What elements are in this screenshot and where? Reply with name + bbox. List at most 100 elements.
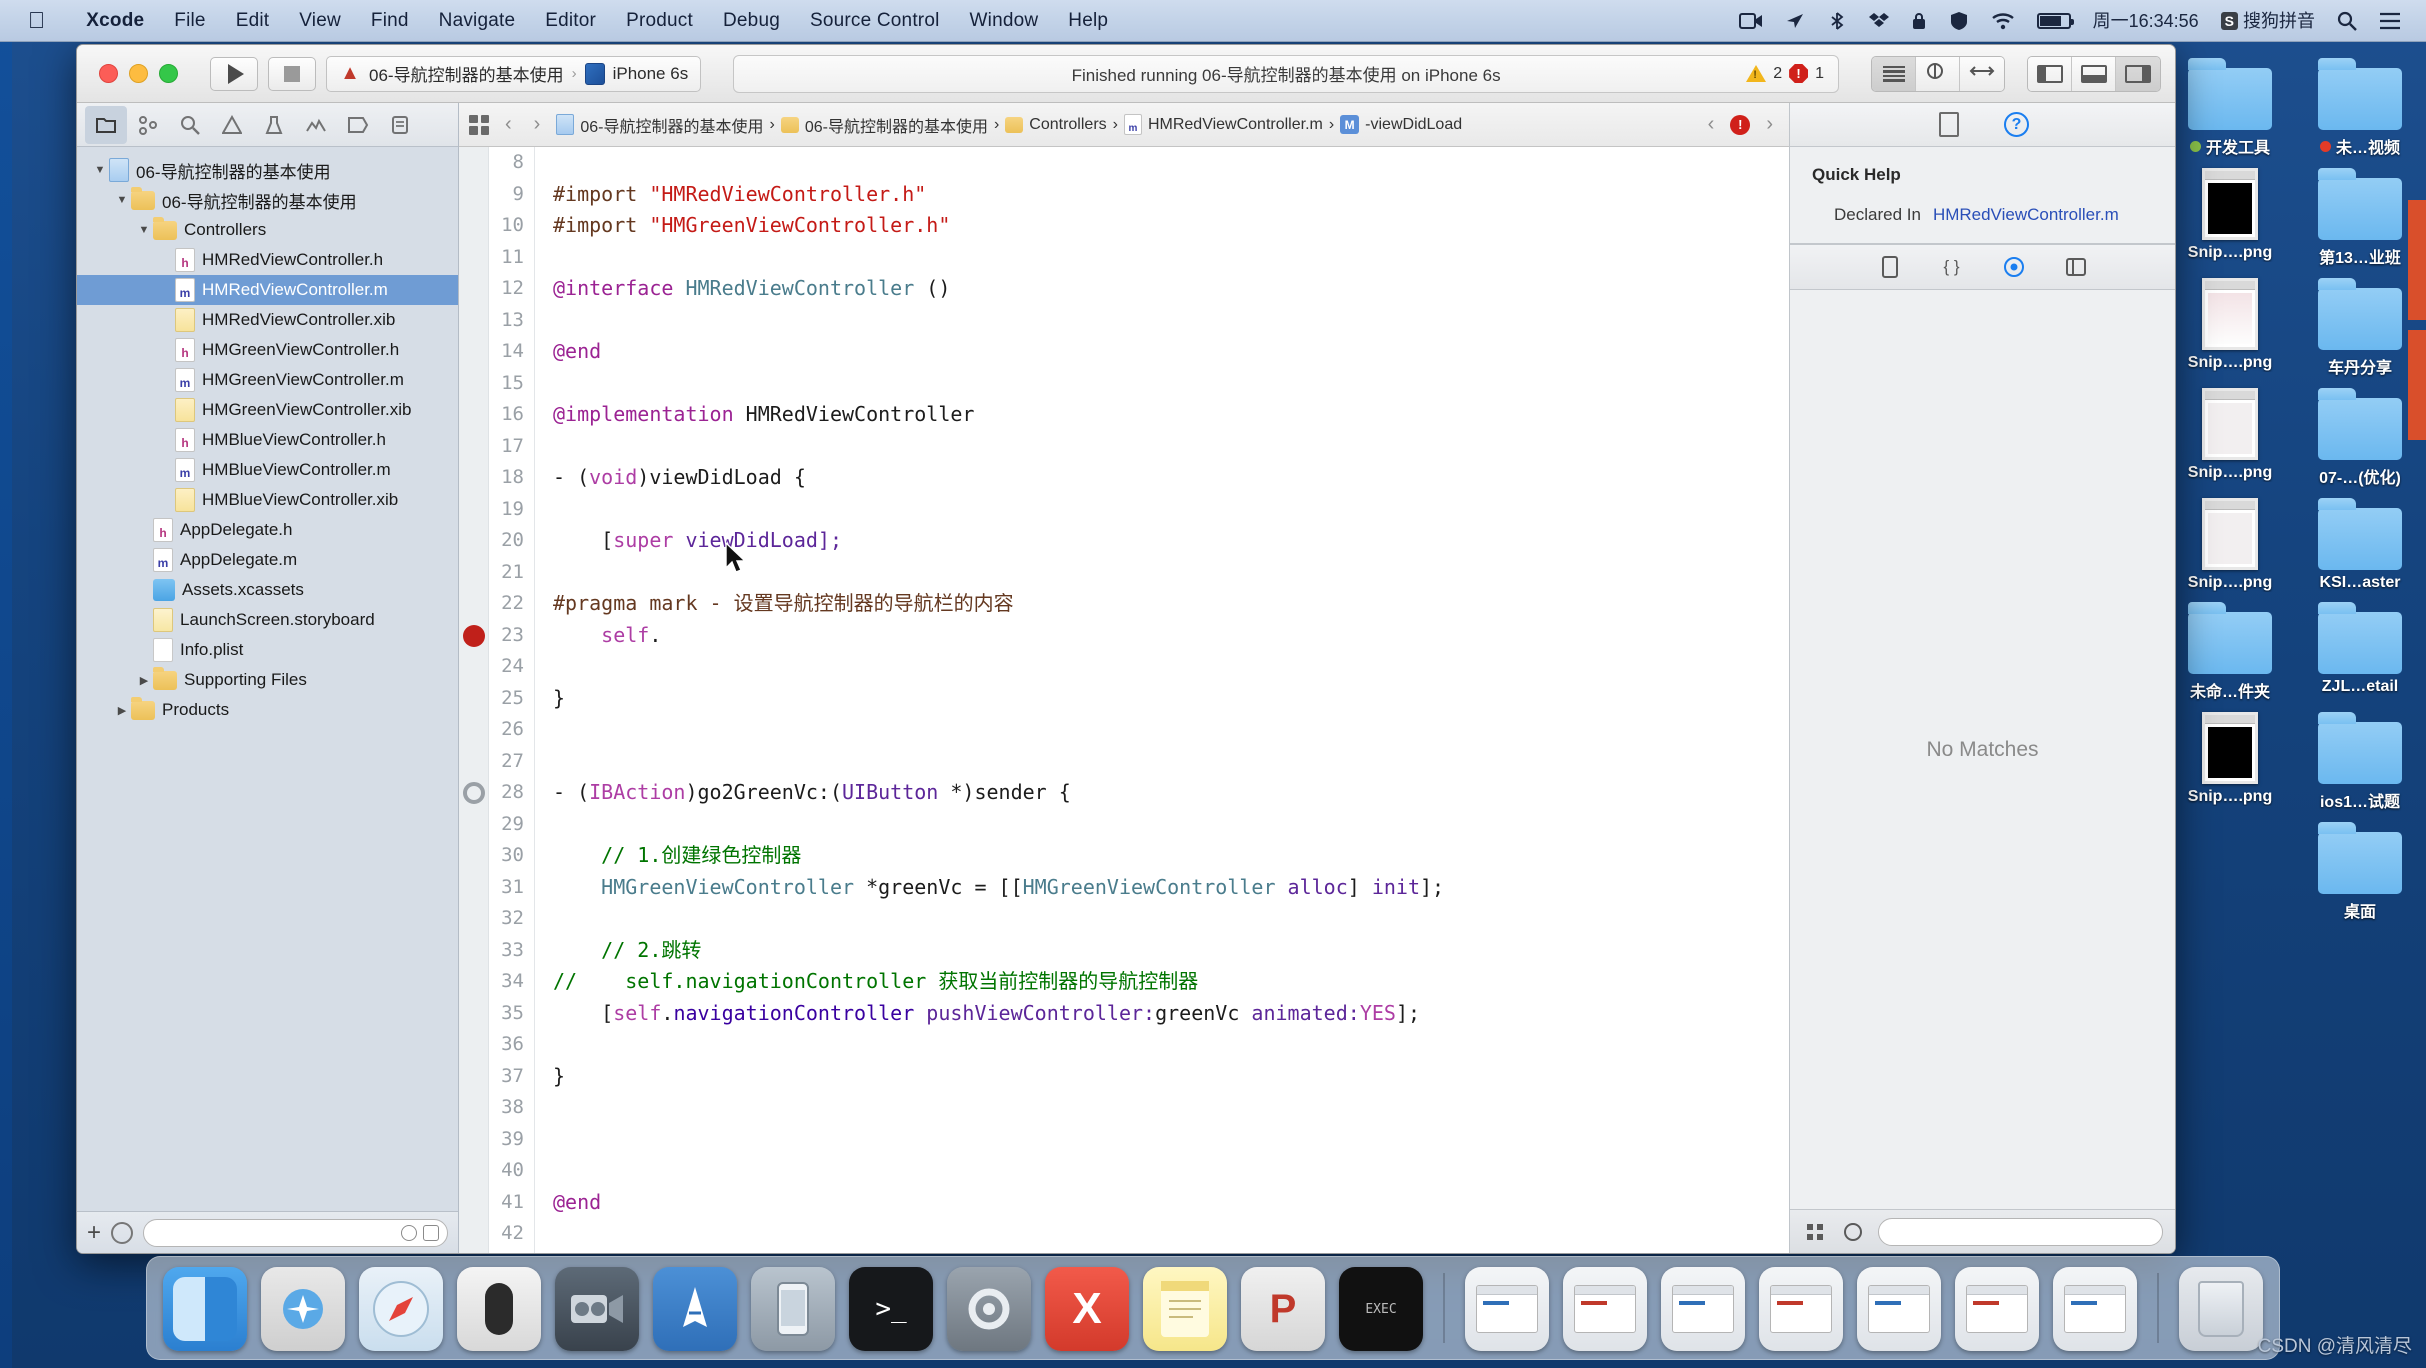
library-tab-bar[interactable]: { } [1790, 244, 2175, 290]
desktop-icon[interactable]: 未…视频 [2296, 52, 2424, 158]
menu-item-debug[interactable]: Debug [708, 10, 795, 32]
tree-row[interactable]: m HMGreenViewController.m [77, 365, 458, 395]
launchpad-dock-icon[interactable] [261, 1267, 345, 1351]
file-inspector-icon[interactable] [1936, 112, 1962, 138]
forward-chevron-icon[interactable]: › [528, 113, 547, 136]
menu-item-source-control[interactable]: Source Control [795, 10, 955, 32]
debug-navigator-tab[interactable] [295, 106, 337, 144]
add-file-button[interactable]: + [87, 1220, 101, 1245]
close-window-button[interactable] [99, 64, 118, 83]
dropbox-icon[interactable] [1858, 12, 1900, 30]
code-editor-area[interactable]: 8 9 10 11 12 13 14 15 16 17 18 19 20 21 22 23 24 25 26 27 28… [459, 147, 1789, 1253]
breadcrumb-item[interactable]: m HMRedViewController.m [1123, 114, 1323, 135]
desktop-icon[interactable]: 第13…业班 [2296, 162, 2424, 268]
disabled-breakpoint-marker[interactable] [463, 782, 485, 804]
declared-in-value[interactable]: HMRedViewController.m [1933, 205, 2119, 225]
tree-row[interactable]: LaunchScreen.storyboard [77, 605, 458, 635]
disclosure-triangle-icon[interactable]: ▶ [113, 704, 131, 717]
media-library-icon[interactable] [2063, 255, 2089, 279]
tree-row[interactable]: HMBlueViewController.xib [77, 485, 458, 515]
tree-row[interactable]: HMGreenViewController.xib [77, 395, 458, 425]
window-3-dock-icon[interactable] [1661, 1267, 1745, 1351]
breadcrumb-item[interactable]: Controllers [1005, 116, 1107, 134]
inspector-tab-bar[interactable]: ? [1790, 103, 2175, 147]
menu-item-navigate[interactable]: Navigate [424, 10, 531, 32]
source-control-navigator-tab[interactable] [127, 106, 169, 144]
desktop-icon[interactable]: Snip….png [2166, 272, 2294, 378]
issue-navigation-controls[interactable]: ‹ ! › [1702, 113, 1779, 136]
report-navigator-tab[interactable] [379, 106, 421, 144]
breakpoint-gutter[interactable] [459, 147, 489, 1253]
location-icon[interactable] [1774, 12, 1816, 30]
notes-dock-icon[interactable] [1143, 1267, 1227, 1351]
project-navigator-tab[interactable] [85, 105, 127, 144]
desktop-icon[interactable]: Snip….png [2166, 492, 2294, 592]
finder-dock-icon[interactable] [163, 1267, 247, 1351]
control-center-list-icon[interactable] [2368, 12, 2412, 30]
issue-navigator-tab[interactable] [211, 106, 253, 144]
tree-row[interactable]: h HMBlueViewController.h [77, 425, 458, 455]
previous-issue-icon[interactable]: ‹ [1702, 113, 1721, 136]
disclosure-triangle-icon[interactable]: ▼ [91, 164, 109, 176]
simulator-dock-icon[interactable] [751, 1267, 835, 1351]
window-5-dock-icon[interactable] [1857, 1267, 1941, 1351]
menu-bar-clock[interactable]: 周一16:34:56 [2082, 12, 2210, 30]
tree-row[interactable]: Info.plist [77, 635, 458, 665]
file-template-library-icon[interactable] [1877, 255, 1903, 279]
window-2-dock-icon[interactable] [1563, 1267, 1647, 1351]
breakpoint-navigator-tab[interactable] [337, 106, 379, 144]
run-button[interactable] [210, 56, 258, 91]
menu-item-help[interactable]: Help [1053, 10, 1123, 32]
executable-dock-icon[interactable]: EXEC [1339, 1267, 1423, 1351]
window-6-dock-icon[interactable] [1955, 1267, 2039, 1351]
navigator-tab-bar[interactable] [77, 103, 458, 147]
tree-row[interactable]: m HMBlueViewController.m [77, 455, 458, 485]
source-code-text[interactable]: #import "HMRedViewController.h" #import "… [535, 147, 1789, 1253]
navigator-filter-input[interactable] [143, 1218, 448, 1247]
disclosure-triangle-icon[interactable]: ▶ [135, 674, 153, 687]
menu-item-editor[interactable]: Editor [530, 10, 611, 32]
view-toggle-segments[interactable] [2027, 55, 2161, 92]
version-editor-button[interactable] [1960, 56, 2004, 91]
menu-item-window[interactable]: Window [955, 10, 1054, 32]
desktop-icon[interactable]: ios1…试题 [2296, 706, 2424, 812]
filter-options-icon[interactable] [111, 1221, 134, 1244]
desktop-icon[interactable]: 开发工具 [2166, 52, 2294, 158]
tree-row[interactable]: ▼ 06-导航控制器的基本使用 [77, 155, 458, 185]
desktop-icon[interactable]: Snip….png [2166, 706, 2294, 812]
editor-mode-segments[interactable] [1871, 55, 2005, 92]
screen-record-icon[interactable] [1728, 12, 1774, 30]
lock-icon[interactable] [1900, 11, 1938, 31]
xmind-dock-icon[interactable]: X [1045, 1267, 1129, 1351]
window-1-dock-icon[interactable] [1465, 1267, 1549, 1351]
toggle-debug-area-button[interactable] [2072, 56, 2116, 91]
library-options-icon[interactable] [1840, 1220, 1866, 1244]
minimize-window-button[interactable] [129, 64, 148, 83]
find-navigator-tab[interactable] [169, 106, 211, 144]
desktop-icon[interactable]: 未命…件夹 [2166, 596, 2294, 702]
disclosure-triangle-icon[interactable]: ▼ [135, 224, 153, 236]
breakpoint-marker[interactable] [463, 624, 485, 647]
next-issue-icon[interactable]: › [1760, 113, 1779, 136]
menu-item-file[interactable]: File [159, 10, 220, 32]
source-files-filter-icon[interactable] [423, 1224, 439, 1241]
toggle-navigator-button[interactable] [2028, 56, 2072, 91]
error-badge-icon[interactable]: ! [1730, 114, 1751, 135]
project-file-tree[interactable]: ▼ 06-导航控制器的基本使用 ▼ 06-导航控制器的基本使用 ▼ Controllers… [77, 147, 458, 1211]
desktop-icon[interactable]: Snip….png [2166, 382, 2294, 488]
tree-row[interactable]: m AppDelegate.m [77, 545, 458, 575]
window-7-dock-icon[interactable] [2053, 1267, 2137, 1351]
safari-dock-icon[interactable] [359, 1267, 443, 1351]
tree-row[interactable]: ▼ 06-导航控制器的基本使用 [77, 185, 458, 215]
back-chevron-icon[interactable]: ‹ [499, 113, 518, 136]
disclosure-triangle-icon[interactable]: ▼ [113, 194, 131, 206]
library-filter-bar[interactable] [1790, 1209, 2175, 1253]
tree-row[interactable]: h HMRedViewController.h [77, 245, 458, 275]
tree-row[interactable]: HMRedViewController.xib [77, 305, 458, 335]
desktop-icon[interactable]: 桌面 [2296, 816, 2424, 922]
object-library-icon[interactable] [2001, 255, 2027, 279]
tree-row[interactable]: h AppDelegate.h [77, 515, 458, 545]
battery-icon[interactable] [2026, 12, 2082, 29]
issue-badges[interactable]: 2 ! 1 [1746, 64, 1824, 83]
breadcrumb-item[interactable]: 06-导航控制器的基本使用 [780, 113, 988, 137]
